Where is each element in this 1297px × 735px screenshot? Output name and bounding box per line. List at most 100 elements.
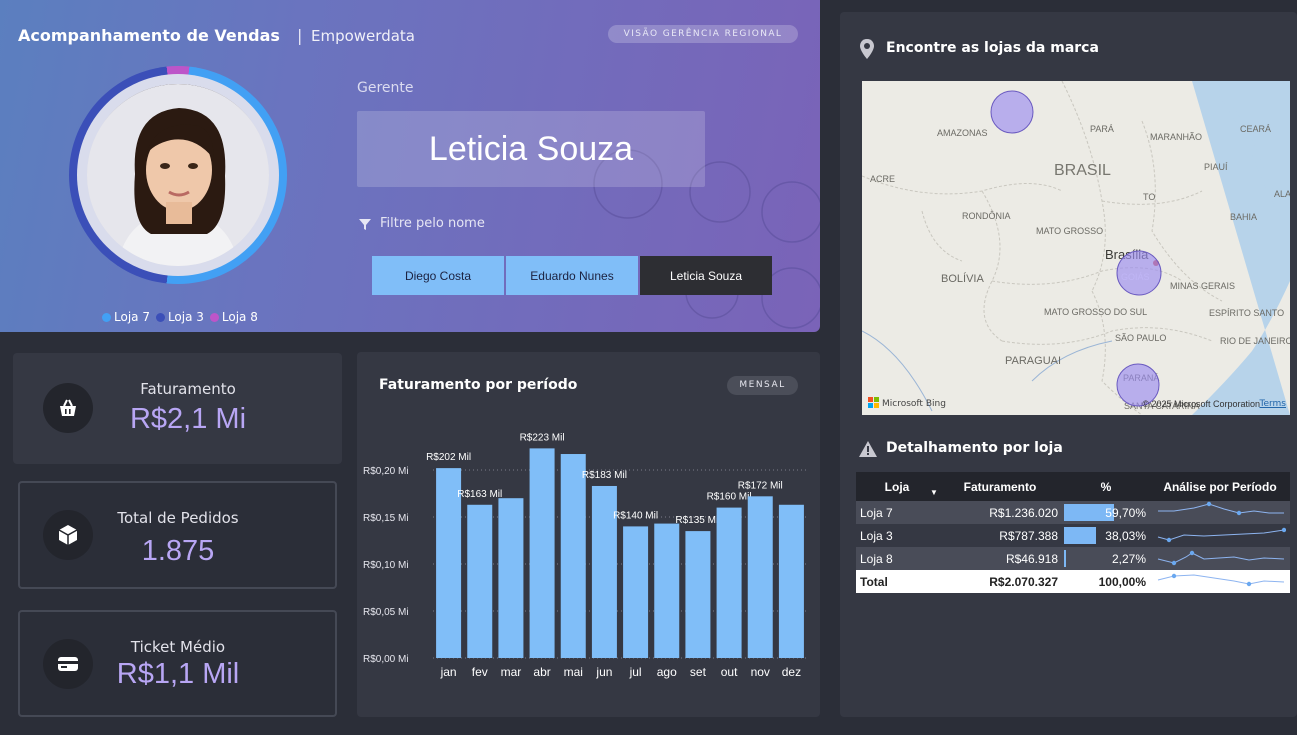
map-label: BOLÍVIA bbox=[941, 272, 984, 285]
slicer-button-diego-costa[interactable]: Diego Costa bbox=[372, 256, 504, 295]
bar-dez[interactable] bbox=[778, 504, 804, 658]
filter-hint: Filtre pelo nome bbox=[358, 216, 485, 231]
y-tick-label: R$0,10 Mi bbox=[363, 560, 409, 571]
cell-faturamento: R$1.236.020 bbox=[938, 501, 1062, 524]
map-label: BRASIL bbox=[1054, 162, 1111, 179]
sparkline-cell bbox=[1150, 501, 1290, 524]
sparkline bbox=[1157, 550, 1285, 566]
x-tick-label: fev bbox=[472, 665, 488, 679]
data-label: R$202 Mil bbox=[426, 452, 471, 463]
bar-chart: R$0,00 Mi R$0,05 Mi R$0,10 Mi R$0,15 Mi R$0,… bbox=[363, 432, 807, 679]
legend-item-loja3[interactable]: Loja 3 bbox=[155, 310, 204, 324]
y-tick-label: R$0,15 Mi bbox=[363, 513, 409, 524]
sparkline-cell bbox=[1150, 524, 1290, 547]
bar-fev[interactable] bbox=[467, 504, 493, 658]
column-header-faturamento[interactable]: Faturamento ▼ bbox=[930, 472, 1062, 501]
data-label: R$135 Mil bbox=[675, 515, 720, 526]
table-row[interactable]: Loja 7 R$1.236.020 59,70% bbox=[856, 501, 1290, 524]
map-label: PARAGUAI bbox=[1005, 355, 1061, 367]
x-tick-label: ago bbox=[657, 665, 677, 679]
bar-jul[interactable] bbox=[623, 526, 649, 658]
sort-desc-icon: ▼ bbox=[930, 488, 938, 497]
map-label: CEARÁ bbox=[1240, 124, 1271, 134]
bar-mar[interactable] bbox=[498, 498, 524, 658]
map-label: SÃO PAULO bbox=[1115, 333, 1166, 343]
avatar-portrait bbox=[87, 84, 269, 266]
kpi-value: 1.875 bbox=[141, 535, 215, 567]
map-label: ACRE bbox=[870, 174, 895, 184]
chart-card-faturamento-periodo: Faturamento por período MENSAL R$0,00 Mi… bbox=[357, 352, 820, 717]
bar-set[interactable] bbox=[685, 531, 711, 658]
bar-nov[interactable] bbox=[747, 496, 773, 658]
map-attribution: © 2025 Microsoft Corporation bbox=[1142, 399, 1260, 409]
table-row[interactable]: Loja 8 R$46.918 2,27% bbox=[856, 547, 1290, 570]
map-label: MINAS GERAIS bbox=[1170, 281, 1235, 291]
map-label: TO bbox=[1143, 192, 1155, 202]
store-donut-ring bbox=[69, 66, 287, 284]
map-pin-icon bbox=[860, 39, 874, 59]
map-canvas: AMAZONAS PARÁ MARANHÃO CEARÁ BRASIL PIAU… bbox=[862, 81, 1290, 415]
cell-faturamento: R$46.918 bbox=[938, 547, 1062, 570]
x-tick-label: out bbox=[721, 665, 738, 679]
basket-icon bbox=[43, 383, 93, 433]
kpi-card-faturamento: Faturamento R$2,1 Mi bbox=[13, 353, 342, 464]
map-title: Encontre as lojas da marca bbox=[886, 40, 1099, 56]
data-label: R$160 Mil bbox=[707, 492, 752, 503]
x-tick-label: mar bbox=[501, 665, 522, 679]
x-tick-label: set bbox=[690, 665, 707, 679]
bar-mai[interactable] bbox=[560, 454, 586, 658]
manager-label: Gerente bbox=[357, 80, 414, 96]
column-header-analise[interactable]: Análise por Período bbox=[1150, 472, 1290, 501]
kpi-label: Total de Pedidos bbox=[117, 509, 239, 527]
slicer-button-leticia-souza[interactable]: Leticia Souza bbox=[640, 256, 772, 295]
data-label: R$223 Mil bbox=[520, 432, 565, 443]
table-row[interactable]: Loja 3 R$787.388 38,03% bbox=[856, 524, 1290, 547]
map-label: AMAZONAS bbox=[937, 128, 988, 138]
map-bing-logo: Microsoft Bing bbox=[882, 399, 946, 409]
bar-abr[interactable] bbox=[529, 448, 555, 658]
manager-header-panel: Acompanhamento de Vendas | Empowerdata V… bbox=[0, 0, 820, 332]
column-header-percent[interactable]: % bbox=[1062, 472, 1150, 501]
sparkline bbox=[1157, 527, 1287, 543]
x-tick-label: jun bbox=[595, 665, 612, 679]
sparkline-cell bbox=[1150, 547, 1290, 570]
map-label: RONDÔNIA bbox=[962, 211, 1011, 221]
store-bubble[interactable] bbox=[990, 90, 1034, 134]
x-tick-label: mai bbox=[564, 665, 583, 679]
cell-loja: Loja 3 bbox=[856, 524, 938, 547]
y-tick-label: R$0,00 Mi bbox=[363, 654, 409, 665]
kpi-label: Faturamento bbox=[140, 380, 236, 398]
sparkline bbox=[1157, 573, 1285, 587]
map-label: PIAUÍ bbox=[1204, 162, 1228, 172]
data-label: R$163 Mil bbox=[457, 489, 502, 500]
store-bubble[interactable] bbox=[1116, 250, 1162, 296]
app-title: Acompanhamento de Vendas bbox=[18, 26, 280, 45]
card-icon bbox=[43, 639, 93, 689]
bar-out[interactable] bbox=[716, 507, 742, 658]
legend-item-loja8[interactable]: Loja 8 bbox=[209, 310, 258, 324]
store-legend: Loja 7 Loja 3 Loja 8 bbox=[102, 310, 258, 324]
map-label: MATO GROSSO DO SUL bbox=[1044, 307, 1147, 317]
x-tick-label: nov bbox=[751, 665, 770, 679]
bar-ago[interactable] bbox=[654, 523, 680, 658]
map-label: MARANHÃO bbox=[1150, 132, 1202, 142]
cell-faturamento: R$2.070.327 bbox=[938, 570, 1062, 593]
kpi-value: R$1,1 Mil bbox=[116, 658, 240, 690]
map-terms-link[interactable]: Terms bbox=[1259, 399, 1286, 409]
title-separator: | bbox=[297, 26, 303, 45]
cell-percent: 2,27% bbox=[1062, 547, 1150, 570]
map-label: ESPÍRITO SANTO bbox=[1209, 308, 1284, 318]
map-label: ALAGOAS bbox=[1274, 189, 1290, 199]
filter-icon bbox=[359, 218, 371, 230]
detail-title: Detalhamento por loja bbox=[886, 440, 1063, 456]
slicer-button-eduardo-nunes[interactable]: Eduardo Nunes bbox=[506, 256, 638, 295]
table-total-row: Total R$2.070.327 100,00% bbox=[856, 570, 1290, 593]
kpi-label: Ticket Médio bbox=[130, 638, 226, 656]
store-map[interactable]: AMAZONAS PARÁ MARANHÃO CEARÁ BRASIL PIAU… bbox=[862, 81, 1290, 415]
warning-icon bbox=[859, 441, 877, 457]
legend-item-loja7[interactable]: Loja 7 bbox=[102, 310, 150, 324]
cell-loja: Loja 7 bbox=[856, 501, 938, 524]
column-header-loja[interactable]: Loja bbox=[856, 472, 938, 501]
y-tick-label: R$0,20 Mi bbox=[363, 466, 409, 477]
legend-dot bbox=[102, 312, 111, 322]
